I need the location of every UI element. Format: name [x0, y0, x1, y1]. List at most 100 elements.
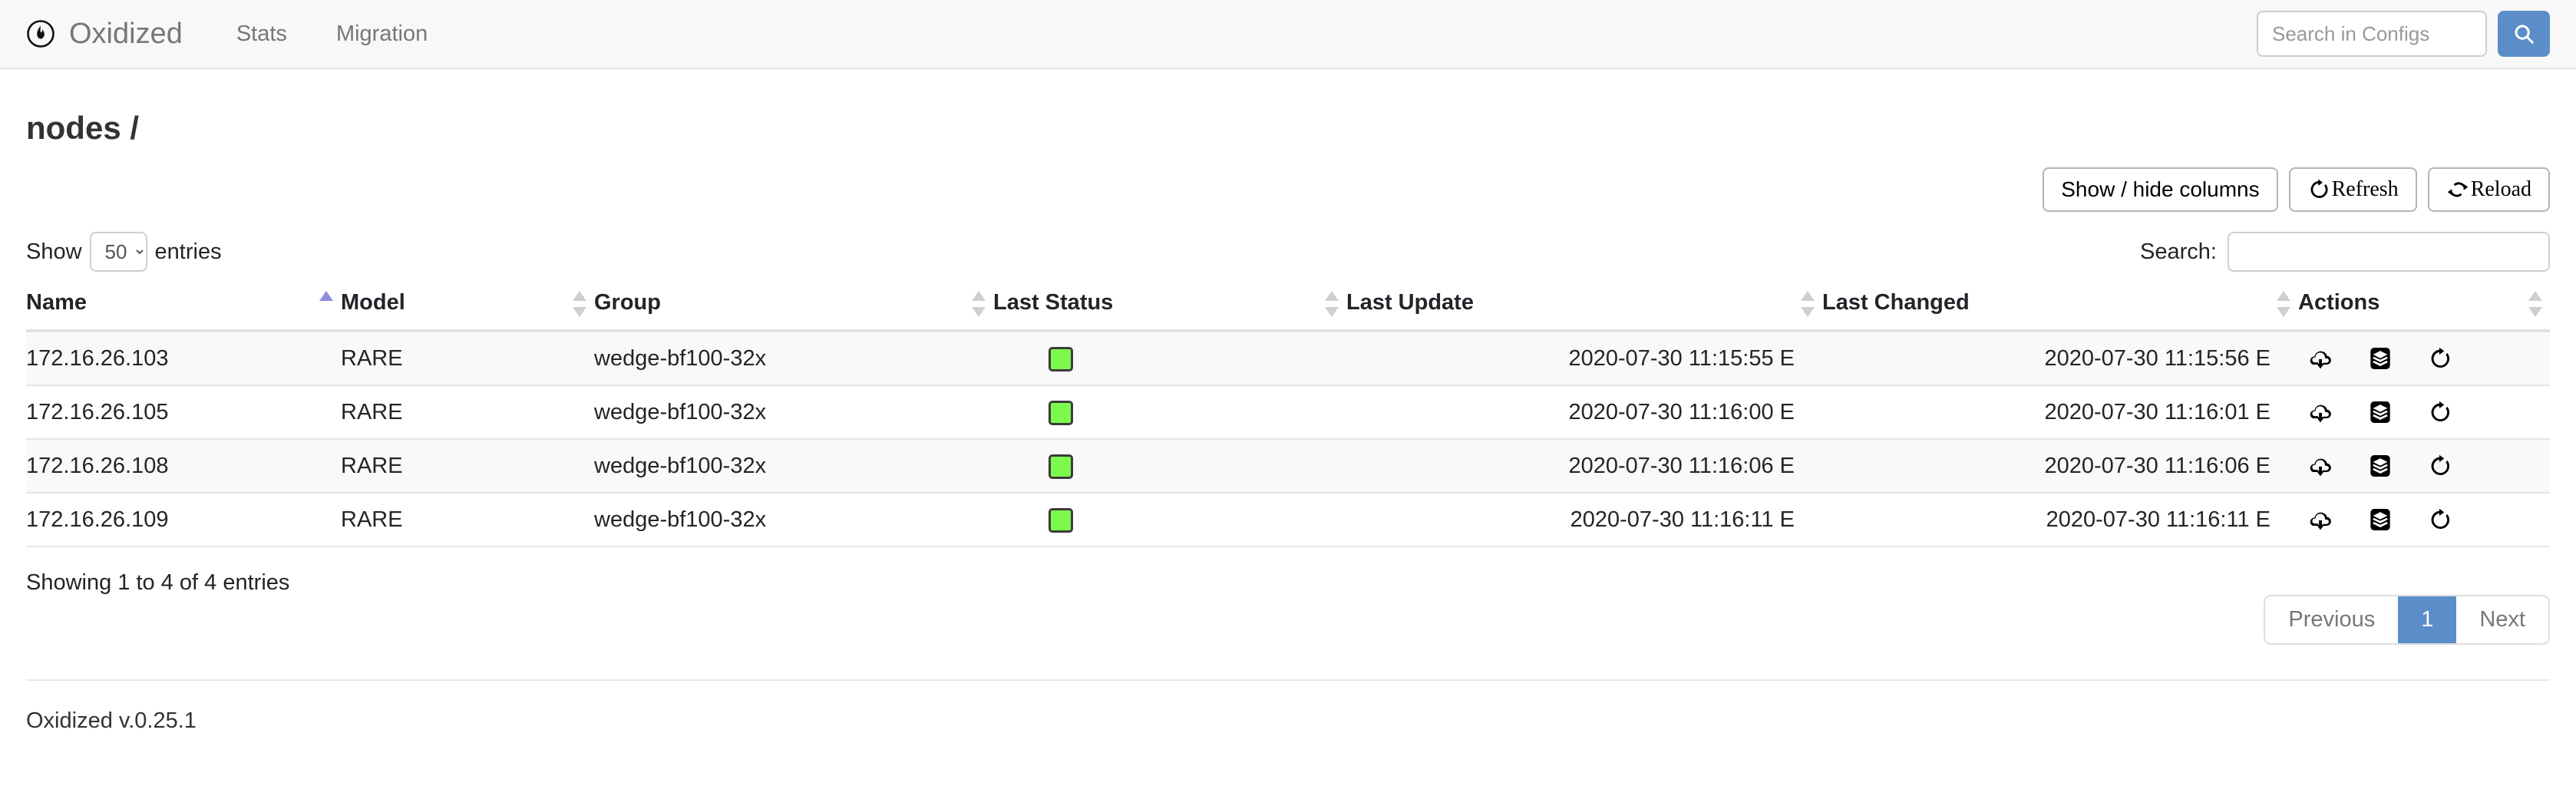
entries-suffix-label: entries [154, 239, 222, 264]
sort-arrows-icon [2277, 291, 2290, 318]
flame-circle-icon [26, 19, 55, 48]
table-toolbar: Show / hide columns Refresh Reload [26, 167, 2550, 213]
nav-link-stats[interactable]: Stats [212, 22, 312, 45]
column-label-name: Name [26, 290, 87, 315]
stack-layers-icon[interactable] [2367, 345, 2393, 371]
cell-last-status [993, 439, 1346, 494]
datatable-controls: Show 50 entries Search: [26, 230, 2550, 273]
table-search-input[interactable] [2228, 232, 2550, 272]
reload-label: Reload [2470, 177, 2531, 202]
entries-info: Showing 1 to 4 of 4 entries [26, 570, 290, 596]
cell-actions [2298, 385, 2550, 441]
column-header-last-update[interactable]: Last Update [1346, 282, 1822, 333]
config-search-input[interactable] [2257, 11, 2487, 57]
table-row[interactable]: 172.16.26.108 RARE wedge-bf100-32x 2020-… [26, 439, 2550, 494]
table-head: Name Model Group Last Status Last Update [26, 282, 2550, 333]
pagination: Previous 1 Next [2264, 595, 2550, 646]
cloud-download-icon[interactable] [2307, 345, 2333, 371]
cell-last-status [993, 385, 1346, 441]
stack-layers-icon[interactable] [2367, 399, 2393, 425]
reload-button[interactable]: Reload [2427, 167, 2550, 213]
column-header-group[interactable]: Group [594, 282, 993, 333]
cell-name: 172.16.26.108 [26, 439, 341, 494]
cell-name: 172.16.26.109 [26, 493, 341, 548]
column-label-last-status: Last Status [993, 290, 1114, 315]
sort-arrows-icon [573, 291, 586, 318]
cell-model: RARE [341, 331, 594, 387]
show-hide-columns-button[interactable]: Show / hide columns [2043, 167, 2278, 213]
entries-per-page-select[interactable]: 50 [89, 232, 147, 272]
sort-arrows-icon [1325, 291, 1339, 318]
row-actions [2298, 507, 2522, 533]
cloud-download-icon[interactable] [2307, 507, 2333, 533]
column-label-last-changed: Last Changed [1822, 290, 1970, 315]
cell-actions [2298, 439, 2550, 494]
cloud-download-icon[interactable] [2307, 453, 2333, 479]
show-hide-columns-label: Show / hide columns [2061, 177, 2260, 202]
datatable-footer: Showing 1 to 4 of 4 entries Previous 1 N… [26, 567, 2550, 659]
cell-model: RARE [341, 439, 594, 494]
cell-last-update: 2020-07-30 11:16:06 E [1346, 439, 1822, 494]
brand-link[interactable]: Oxidized [26, 19, 183, 48]
column-header-model[interactable]: Model [341, 282, 594, 333]
cell-last-status [993, 493, 1346, 548]
column-label-actions: Actions [2298, 290, 2380, 315]
table-row[interactable]: 172.16.26.105 RARE wedge-bf100-32x 2020-… [26, 385, 2550, 441]
cell-last-update: 2020-07-30 11:16:00 E [1346, 385, 1822, 441]
top-navbar: Oxidized Stats Migration [0, 0, 2576, 69]
cell-group: wedge-bf100-32x [594, 493, 993, 548]
sort-arrows-icon [319, 291, 333, 317]
table-search-control: Search: [2140, 232, 2550, 272]
cell-last-update: 2020-07-30 11:15:55 E [1346, 331, 1822, 387]
cell-model: RARE [341, 493, 594, 548]
version-label: Oxidized v.0.25.1 [26, 708, 197, 734]
status-badge [1049, 508, 1073, 533]
status-badge [1049, 347, 1073, 372]
brand-label: Oxidized [69, 18, 183, 50]
cell-model: RARE [341, 385, 594, 441]
pagination-previous[interactable]: Previous [2265, 596, 2399, 644]
cell-last-changed: 2020-07-30 11:16:06 E [1822, 439, 2298, 494]
pagination-next[interactable]: Next [2456, 596, 2548, 644]
cell-last-changed: 2020-07-30 11:15:56 E [1822, 331, 2298, 387]
column-header-name[interactable]: Name [26, 282, 341, 333]
refresh-arrow-icon [2307, 178, 2330, 201]
refresh-button[interactable]: Refresh [2288, 167, 2417, 213]
cell-group: wedge-bf100-32x [594, 385, 993, 441]
navbar-search-form [2257, 11, 2550, 57]
table-search-label: Search: [2140, 239, 2217, 264]
pagination-page-1[interactable]: 1 [2398, 596, 2457, 644]
cell-name: 172.16.26.103 [26, 331, 341, 387]
sort-arrows-icon [972, 291, 986, 318]
stack-layers-icon[interactable] [2367, 453, 2393, 479]
column-header-last-changed[interactable]: Last Changed [1822, 282, 2298, 333]
nav-links: Stats Migration [212, 22, 452, 45]
page-container: nodes / Show / hide columns Refresh Relo… [0, 109, 2576, 734]
stack-layers-icon[interactable] [2367, 507, 2393, 533]
column-label-last-update: Last Update [1346, 290, 1474, 315]
refresh-node-icon[interactable] [2427, 399, 2453, 425]
row-actions [2298, 399, 2522, 425]
entries-prefix-label: Show [26, 239, 82, 264]
search-icon [2512, 22, 2535, 45]
cell-actions [2298, 331, 2550, 387]
column-header-actions[interactable]: Actions [2298, 282, 2550, 333]
cloud-download-icon[interactable] [2307, 399, 2333, 425]
column-header-last-status[interactable]: Last Status [993, 282, 1346, 333]
refresh-node-icon[interactable] [2427, 453, 2453, 479]
refresh-node-icon[interactable] [2427, 507, 2453, 533]
refresh-node-icon[interactable] [2427, 345, 2453, 371]
entries-length-control: Show 50 entries [26, 232, 222, 272]
cell-group: wedge-bf100-32x [594, 439, 993, 494]
nav-link-migration[interactable]: Migration [312, 22, 452, 45]
column-label-group: Group [594, 290, 661, 315]
table-row[interactable]: 172.16.26.103 RARE wedge-bf100-32x 2020-… [26, 331, 2550, 387]
reload-arrows-icon [2446, 178, 2469, 201]
refresh-label: Refresh [2331, 177, 2399, 202]
cell-group: wedge-bf100-32x [594, 331, 993, 387]
row-actions [2298, 453, 2522, 479]
cell-last-update: 2020-07-30 11:16:11 E [1346, 493, 1822, 548]
cell-last-changed: 2020-07-30 11:16:01 E [1822, 385, 2298, 441]
config-search-button[interactable] [2498, 11, 2550, 57]
table-row[interactable]: 172.16.26.109 RARE wedge-bf100-32x 2020-… [26, 493, 2550, 548]
